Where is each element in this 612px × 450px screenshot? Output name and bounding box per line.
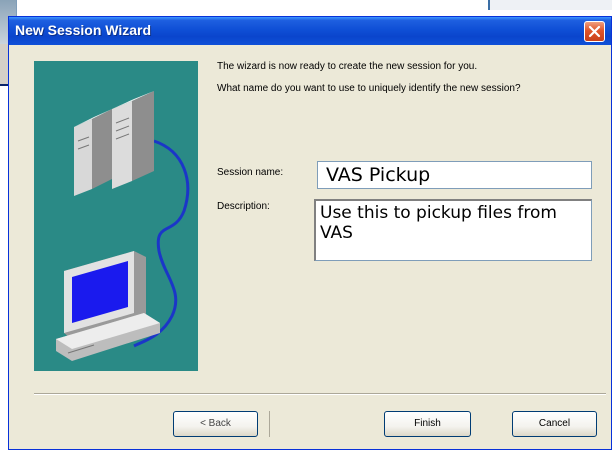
computer-icon [56, 251, 160, 361]
server-icon [74, 91, 154, 196]
question-text: What name do you want to use to uniquely… [217, 83, 521, 94]
button-divider [34, 393, 606, 395]
button-separator [269, 411, 270, 437]
wizard-dialog: New Session Wizard The wizard is now rea… [8, 16, 612, 450]
back-button[interactable]: < Back [173, 411, 258, 437]
session-name-input[interactable]: VAS Pickup [317, 161, 592, 189]
description-label: Description: [217, 201, 270, 212]
description-textarea[interactable]: Use this to pickup files from VAS [314, 199, 592, 261]
close-icon [588, 25, 601, 38]
session-name-label: Session name: [217, 167, 284, 178]
cancel-button[interactable]: Cancel [512, 411, 597, 437]
wizard-side-art [34, 61, 198, 371]
close-button[interactable] [584, 21, 605, 42]
dialog-title: New Session Wizard [15, 22, 152, 38]
dialog-client-area: The wizard is now ready to create the ne… [12, 45, 608, 447]
background-window-edge [488, 0, 612, 10]
finish-button[interactable]: Finish [384, 411, 471, 437]
intro-text: The wizard is now ready to create the ne… [217, 61, 478, 72]
title-bar[interactable]: New Session Wizard [9, 17, 611, 45]
